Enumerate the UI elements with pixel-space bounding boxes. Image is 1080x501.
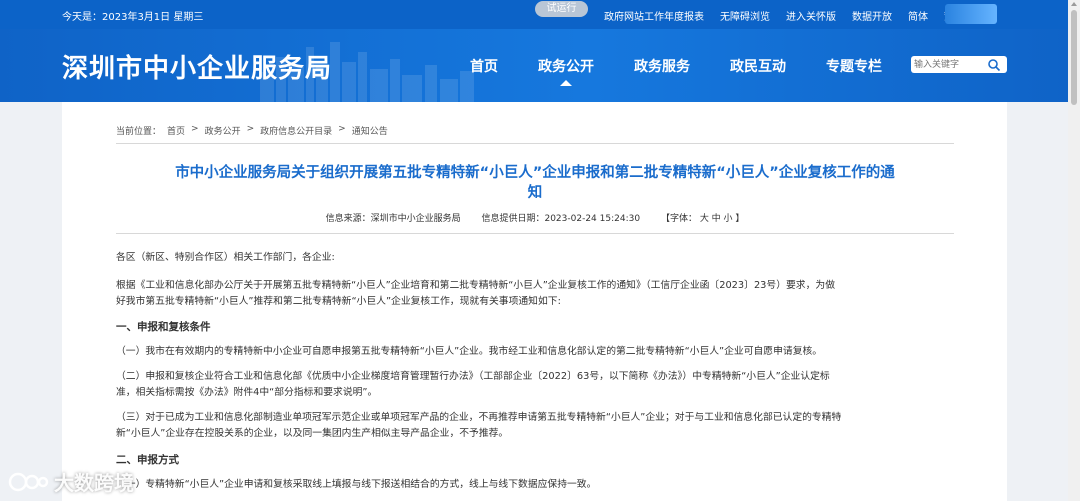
page-scrollbar[interactable] — [1068, 0, 1080, 501]
scroll-up-arrow-icon[interactable] — [1071, 2, 1077, 6]
section-heading: 一、申报和复核条件 — [116, 321, 211, 333]
nav-government-affairs[interactable]: 政务公开 — [538, 56, 594, 86]
main-nav: 首页 政务公开 政务服务 政民互动 专题专栏 — [470, 56, 922, 86]
paragraph: （一）我市在有效期内的专精特新中小企业可自愿申报第五批专精特新“小巨人”企业。我… — [116, 346, 823, 357]
breadcrumb-home[interactable]: 首页 — [167, 124, 185, 137]
paragraph: （二）申报和复核企业符合工业和信息化部《优质中小企业梯度培育管理暂行办法》（工部… — [116, 371, 830, 382]
breadcrumb-government-affairs[interactable]: 政务公开 — [205, 124, 241, 137]
info-source: 信息来源：深圳市中小企业服务局 — [325, 214, 461, 224]
breadcrumb-separator: > — [246, 124, 255, 134]
trial-badge: 试运行 — [535, 1, 588, 17]
paragraph: （三）对于已成为工业和信息化部制造业单项冠军示范企业或单项冠军产品的企业，不再推… — [116, 412, 842, 423]
font-size-switcher[interactable]: 【字体： 大 中 小 】 — [661, 214, 744, 224]
divider — [116, 233, 954, 234]
nav-interaction[interactable]: 政民互动 — [730, 56, 786, 76]
nav-home[interactable]: 首页 — [470, 56, 498, 76]
paragraph: （一）专精特新“小巨人”企业申请和复核采取线上填报与线下报送相结合的方式，线上与… — [116, 479, 597, 490]
paragraph: 根据《工业和信息化部办公厅关于开展第五批专精特新“小巨人”企业培育和第二批专精特… — [116, 280, 835, 291]
article-meta: 信息来源：深圳市中小企业服务局 信息提供日期：2023-02-24 15:24:… — [116, 211, 954, 224]
article-title-line: 市中小企业服务局关于组织开展第五批专精特新“小巨人”企业申报和第二批专精特新“小… — [175, 165, 895, 181]
link-annual-report[interactable]: 政府网站工作年度报表 — [604, 8, 704, 23]
divider — [116, 143, 954, 144]
utility-links: 政府网站工作年度报表 无障碍浏览 进入关怀版 数据开放 简体 繁体 — [604, 8, 980, 23]
paragraph: 好我市第五批专精特新“小巨人”推荐和第二批专精特新“小巨人”企业复核工作，现就有… — [116, 296, 561, 307]
watermark-logo-icon — [8, 472, 49, 491]
site-header: 深圳市中小企业服务局 首页 政务公开 政务服务 政民互动 专题专栏 — [0, 29, 1068, 102]
breadcrumb-notices[interactable]: 通知公告 — [352, 124, 388, 137]
top-utility-bar: 今天是：2023年3月1日 星期三 试运行 政府网站工作年度报表 无障碍浏览 进… — [0, 0, 1068, 29]
scrollbar-thumb[interactable] — [1071, 10, 1077, 105]
watermark: 大数跨境 — [8, 467, 134, 496]
current-date: 今天是：2023年3月1日 星期三 — [62, 12, 204, 23]
link-simplified[interactable]: 简体 — [908, 8, 928, 23]
info-date: 信息提供日期：2023-02-24 15:24:30 — [481, 214, 641, 224]
link-accessibility[interactable]: 无障碍浏览 — [720, 8, 770, 23]
breadcrumb-separator: > — [338, 124, 346, 134]
city-logo-icon[interactable] — [945, 4, 997, 24]
search-box — [911, 56, 1007, 73]
article-title-line: 知 — [527, 185, 543, 201]
content-panel: 当前位置： 首页 > 政务公开 > 政府信息公开目录 > 通知公告 市中小企业服… — [62, 102, 1007, 501]
breadcrumb-separator: > — [191, 124, 199, 134]
link-care-mode[interactable]: 进入关怀版 — [786, 8, 836, 23]
breadcrumb: 当前位置： 首页 > 政务公开 > 政府信息公开目录 > 通知公告 — [116, 124, 394, 137]
article-body: 各区（新区、特别合作区）相关工作部门，各企业: 根据《工业和信息化部办公厅关于开… — [116, 250, 954, 493]
nav-services[interactable]: 政务服务 — [634, 56, 690, 76]
breadcrumb-info-directory[interactable]: 政府信息公开目录 — [260, 124, 332, 137]
breadcrumb-prefix: 当前位置： — [116, 127, 162, 137]
watermark-text: 大数跨境 — [54, 471, 134, 495]
salutation: 各区（新区、特别合作区）相关工作部门，各企业: — [116, 252, 335, 263]
site-title[interactable]: 深圳市中小企业服务局 — [62, 48, 332, 85]
link-open-data[interactable]: 数据开放 — [852, 8, 892, 23]
section-heading: 二、申报方式 — [116, 454, 179, 466]
search-icon[interactable] — [987, 58, 1001, 72]
paragraph: 新“小巨人”企业存在控股关系的企业，以及同一集团内生产相似主导产品企业，不予推荐… — [116, 428, 509, 439]
nav-special-topics[interactable]: 专题专栏 — [826, 56, 882, 76]
article-title: 市中小企业服务局关于组织开展第五批专精特新“小巨人”企业申报和第二批专精特新“小… — [116, 163, 954, 203]
paragraph: 准，相关指标需按《办法》附件4中“部分指标和要求说明”。 — [116, 387, 378, 398]
search-input[interactable] — [914, 57, 984, 72]
